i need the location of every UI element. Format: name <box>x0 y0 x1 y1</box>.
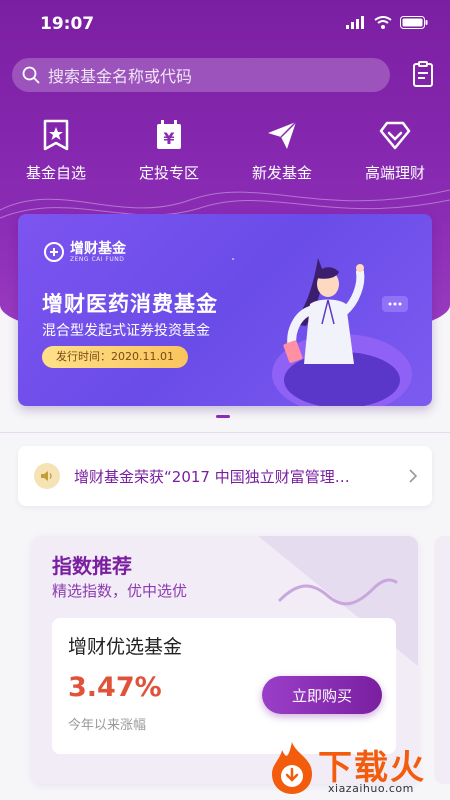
news-notice[interactable]: 增财基金荣获“2017 中国独立财富管理… <box>18 446 432 506</box>
status-icons <box>346 16 428 29</box>
search-placeholder: 搜索基金名称或代码 <box>48 67 193 86</box>
wifi-icon <box>374 16 392 29</box>
notice-text: 增财基金荣获“2017 中国独立财富管理… <box>74 467 350 486</box>
svg-text:¥: ¥ <box>163 129 174 148</box>
banner-logo-sub: ZENG CAI FUND <box>70 255 125 263</box>
divider <box>0 432 450 433</box>
trend-wave-icon <box>278 578 398 606</box>
banner-subtitle: 混合型发起式证券投资基金 <box>42 323 210 339</box>
search-input[interactable]: 搜索基金名称或代码 <box>12 58 390 92</box>
nav-fixed-investment[interactable]: ¥ 定投专区 <box>124 118 214 183</box>
banner-title: 增财医药消费基金 <box>42 292 218 316</box>
fund-logo-icon <box>44 242 64 262</box>
nav-new-funds[interactable]: 新发基金 <box>237 118 327 183</box>
banner-date-badge: 发行时间：2020.11.01 <box>42 346 188 368</box>
bookmark-star-icon <box>43 119 69 151</box>
nav-premium-wealth[interactable]: 高端理财 <box>350 118 440 183</box>
nav-fund-watchlist[interactable]: 基金自选 <box>11 118 101 183</box>
document-list-icon[interactable] <box>408 60 438 90</box>
status-bar: 19:07 <box>0 0 450 46</box>
nav-label: 定投专区 <box>138 164 199 182</box>
quick-nav: 基金自选 ¥ 定投专区 新发基金 高端理财 <box>0 118 450 188</box>
doctor-illustration: + + <box>232 247 412 406</box>
signal-icon <box>346 16 364 29</box>
yen-calendar-icon: ¥ <box>157 120 181 149</box>
nav-label: 基金自选 <box>25 164 86 182</box>
banner-page-indicator <box>216 415 230 418</box>
watermark: 下载火 xiazaihuo.com <box>266 738 450 800</box>
svg-text:+: + <box>232 247 236 272</box>
card-title: 指数推荐 <box>52 554 132 578</box>
paper-plane-icon <box>268 121 297 149</box>
fund-return-rate: 3.47% <box>68 672 162 703</box>
status-time: 19:07 <box>40 14 95 34</box>
chevron-right-icon <box>409 469 418 483</box>
card-subtitle: 精选指数，优中选优 <box>52 582 188 600</box>
fund-return-label: 今年以来涨幅 <box>68 718 147 733</box>
battery-icon <box>400 16 428 29</box>
buy-now-button[interactable]: 立即购买 <box>262 676 382 714</box>
speaker-icon <box>34 463 60 489</box>
search-icon <box>22 66 40 84</box>
nav-label: 高端理财 <box>364 164 425 182</box>
banner-logo-name: 增财基金 <box>70 240 126 257</box>
diamond-icon <box>379 121 411 150</box>
fund-item[interactable]: 增财优选基金 3.47% 今年以来涨幅 立即购买 <box>52 618 396 754</box>
flame-download-logo <box>272 742 312 794</box>
promo-banner[interactable]: 增财基金 ZENG CAI FUND 增财医药消费基金 混合型发起式证券投资基金… <box>18 214 432 406</box>
nav-label: 新发基金 <box>251 164 312 182</box>
banner-logo: 增财基金 ZENG CAI FUND <box>42 240 126 264</box>
fund-name: 增财优选基金 <box>68 636 183 658</box>
watermark-url: xiazaihuo.com <box>328 782 414 795</box>
